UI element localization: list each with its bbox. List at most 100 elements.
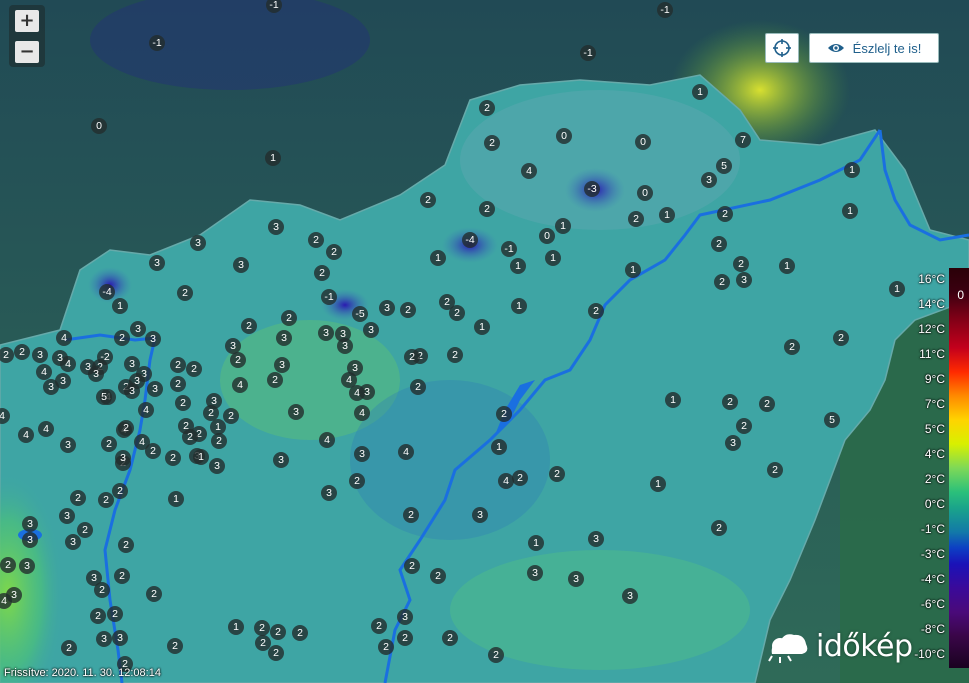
station-temperature[interactable]: 1 (265, 150, 281, 166)
station-temperature[interactable]: 2 (512, 470, 528, 486)
station-temperature[interactable]: -1 (321, 289, 337, 305)
station-temperature[interactable]: 3 (701, 172, 717, 188)
station-temperature[interactable]: 1 (528, 535, 544, 551)
station-temperature[interactable]: 2 (178, 418, 194, 434)
station-temperature[interactable]: -1 (657, 2, 673, 18)
station-temperature[interactable]: 2 (400, 302, 416, 318)
station-temperature[interactable]: 3 (59, 508, 75, 524)
station-temperature[interactable]: 1 (511, 298, 527, 314)
station-temperature[interactable]: 3 (149, 255, 165, 271)
station-temperature[interactable]: 2 (167, 638, 183, 654)
station-temperature[interactable]: 3 (22, 532, 38, 548)
station-temperature[interactable]: 4 (319, 432, 335, 448)
station-temperature[interactable]: 2 (14, 344, 30, 360)
station-temperature[interactable]: 2 (714, 274, 730, 290)
station-temperature[interactable]: 2 (479, 201, 495, 217)
station-temperature[interactable]: 3 (274, 357, 290, 373)
station-temperature[interactable]: 3 (147, 381, 163, 397)
station-temperature[interactable]: 2 (114, 330, 130, 346)
station-temperature[interactable]: -1 (501, 241, 517, 257)
station-temperature[interactable]: 1 (779, 258, 795, 274)
station-temperature[interactable]: 2 (145, 443, 161, 459)
station-temperature[interactable]: 2 (292, 625, 308, 641)
station-temperature[interactable]: 3 (736, 272, 752, 288)
station-temperature[interactable]: 3 (233, 257, 249, 273)
station-temperature[interactable]: 3 (622, 588, 638, 604)
station-temperature[interactable]: 3 (568, 571, 584, 587)
station-temperature[interactable]: 1 (474, 319, 490, 335)
station-temperature[interactable]: -3 (584, 181, 600, 197)
station-temperature[interactable]: -4 (462, 232, 478, 248)
station-temperature[interactable]: 2 (101, 436, 117, 452)
station-temperature[interactable]: 2 (254, 620, 270, 636)
locate-button[interactable] (765, 33, 799, 63)
station-temperature[interactable]: 3 (337, 338, 353, 354)
station-temperature[interactable]: 2 (175, 395, 191, 411)
station-temperature[interactable]: 2 (833, 330, 849, 346)
station-temperature[interactable]: 3 (65, 534, 81, 550)
station-temperature[interactable]: 3 (96, 631, 112, 647)
station-temperature[interactable]: 4 (521, 163, 537, 179)
station-temperature[interactable]: 4 (56, 330, 72, 346)
station-temperature[interactable]: 2 (314, 265, 330, 281)
station-temperature[interactable]: 2 (784, 339, 800, 355)
station-temperature[interactable]: 3 (397, 609, 413, 625)
station-temperature[interactable]: 2 (223, 408, 239, 424)
station-temperature[interactable]: 2 (94, 582, 110, 598)
station-temperature[interactable]: 1 (625, 262, 641, 278)
station-temperature[interactable]: 2 (270, 624, 286, 640)
station-temperature[interactable]: 3 (22, 516, 38, 532)
station-temperature[interactable]: 3 (88, 366, 104, 382)
station-temperature[interactable]: 4 (138, 402, 154, 418)
station-temperature[interactable]: 3 (472, 507, 488, 523)
station-temperature[interactable]: 3 (190, 235, 206, 251)
station-temperature[interactable]: 3 (268, 219, 284, 235)
station-temperature[interactable]: 2 (146, 586, 162, 602)
station-temperature[interactable]: 3 (318, 325, 334, 341)
station-temperature[interactable]: 3 (209, 458, 225, 474)
station-temperature[interactable]: 2 (430, 568, 446, 584)
station-temperature[interactable]: 2 (177, 285, 193, 301)
station-temperature[interactable]: 0 (637, 185, 653, 201)
station-temperature[interactable]: 0 (91, 118, 107, 134)
station-temperature[interactable]: 2 (439, 294, 455, 310)
station-temperature[interactable]: 4 (354, 405, 370, 421)
station-temperature[interactable]: 2 (403, 507, 419, 523)
station-temperature[interactable]: 4 (38, 421, 54, 437)
station-temperature[interactable]: 2 (496, 406, 512, 422)
station-temperature[interactable]: 2 (767, 462, 783, 478)
station-temperature[interactable]: 3 (55, 373, 71, 389)
station-temperature[interactable]: 5 (96, 389, 112, 405)
station-temperature[interactable]: 3 (288, 404, 304, 420)
station-temperature[interactable]: 2 (711, 236, 727, 252)
station-temperature[interactable]: 1 (430, 250, 446, 266)
station-temperature[interactable]: 2 (61, 640, 77, 656)
brand-logo[interactable]: időkép (766, 624, 916, 668)
station-temperature[interactable]: 1 (889, 281, 905, 297)
station-temperature[interactable]: 2 (326, 244, 342, 260)
station-temperature[interactable]: 3 (725, 435, 741, 451)
station-temperature[interactable]: 3 (19, 558, 35, 574)
station-temperature[interactable]: 2 (112, 483, 128, 499)
station-temperature[interactable]: 3 (112, 630, 128, 646)
station-temperature[interactable]: 2 (230, 352, 246, 368)
station-temperature[interactable]: 3 (52, 350, 68, 366)
station-temperature[interactable]: 0 (635, 134, 651, 150)
station-temperature[interactable]: 3 (145, 331, 161, 347)
station-temperature[interactable]: 3 (363, 322, 379, 338)
station-temperature[interactable]: 2 (118, 420, 134, 436)
station-temperature[interactable]: 2 (114, 568, 130, 584)
station-temperature[interactable]: 1 (510, 258, 526, 274)
station-temperature[interactable]: 2 (549, 466, 565, 482)
station-temperature[interactable]: 2 (717, 206, 733, 222)
station-temperature[interactable]: 2 (371, 618, 387, 634)
station-temperature[interactable]: 0 (539, 228, 555, 244)
station-temperature[interactable]: -5 (352, 306, 368, 322)
station-temperature[interactable]: -1 (580, 45, 596, 61)
station-temperature[interactable]: 2 (165, 450, 181, 466)
station-temperature[interactable]: 3 (321, 485, 337, 501)
station-temperature[interactable]: 2 (170, 357, 186, 373)
station-temperature[interactable]: 1 (545, 250, 561, 266)
station-temperature[interactable]: 3 (130, 321, 146, 337)
station-temperature[interactable]: 2 (404, 349, 420, 365)
